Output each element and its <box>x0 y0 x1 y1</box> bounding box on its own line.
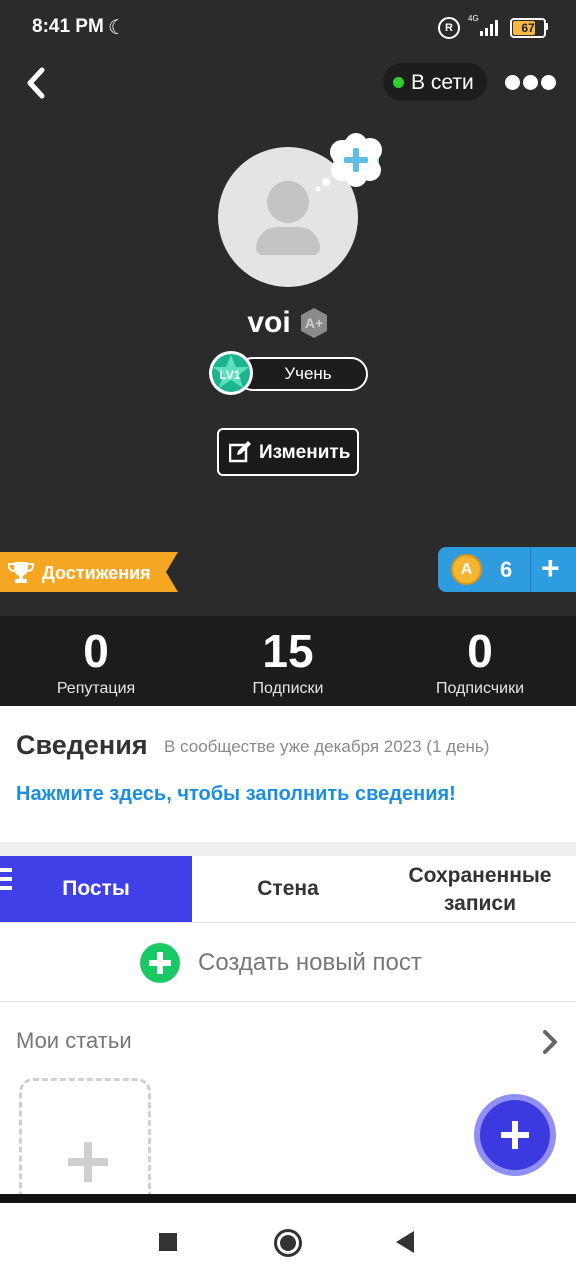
stat-label: Подписки <box>252 680 324 697</box>
level-badge-icon: LV1 <box>209 351 253 395</box>
stat-label: Репутация <box>56 680 136 697</box>
edit-profile-label: Изменить <box>259 442 351 463</box>
home-icon[interactable] <box>274 1229 302 1257</box>
stat-followers[interactable]: 0 Подписчики <box>384 616 576 706</box>
system-nav-bar <box>0 1203 576 1280</box>
level-title: Учень <box>284 364 332 383</box>
coin-count: 6 <box>500 557 513 582</box>
floating-add-button[interactable] <box>474 1094 556 1176</box>
moon-icon: ☾ <box>108 17 126 39</box>
online-label: В сети <box>411 71 474 94</box>
chevron-right-icon[interactable] <box>540 1028 560 1056</box>
svg-text:A+: A+ <box>305 315 323 331</box>
stat-following[interactable]: 15 Подписки <box>192 616 384 706</box>
battery-icon: 67 <box>510 18 546 38</box>
level-title-pill: Учень <box>236 357 368 391</box>
registered-icon: R <box>438 17 460 39</box>
stat-value: 0 <box>83 625 109 677</box>
create-post-label: Создать новый пост <box>198 949 422 976</box>
status-bar: 8:41 PM ☾ R 4G 67 <box>0 0 576 56</box>
coin-icon: A <box>451 554 482 585</box>
level-row[interactable]: Учень LV1 <box>208 350 368 396</box>
back-icon[interactable] <box>22 66 52 100</box>
info-heading: Сведения <box>16 730 148 760</box>
achievements-button[interactable]: Достижения <box>0 552 178 592</box>
network-type: 4G <box>468 14 479 23</box>
tab-saved-label: Сохраненные записи <box>408 864 552 915</box>
add-article-card[interactable] <box>19 1078 151 1208</box>
signal-icon <box>480 20 498 36</box>
create-post-button[interactable]: Создать новый пост <box>0 923 576 1001</box>
achievements-label: Достижения <box>42 563 151 583</box>
coins-widget[interactable]: A 6 + <box>438 547 576 592</box>
tab-wall[interactable]: Стена <box>192 856 384 922</box>
bottom-edge <box>0 1194 576 1203</box>
add-status-bubble-icon[interactable] <box>312 128 392 198</box>
section-divider <box>0 842 576 856</box>
add-coins-icon[interactable]: + <box>541 550 560 587</box>
member-since: В сообществе уже декабря 2023 (1 день) <box>164 737 490 756</box>
recents-icon[interactable] <box>159 1233 177 1251</box>
tab-posts[interactable]: Посты <box>0 856 192 922</box>
fill-info-link[interactable]: Нажмите здесь, чтобы заполнить сведения! <box>16 783 456 806</box>
online-status: В сети <box>383 63 487 101</box>
trophy-icon <box>8 562 34 583</box>
menu-icon[interactable] <box>0 868 12 890</box>
amino-plus-badge-icon: A+ <box>300 308 327 338</box>
tab-posts-label: Посты <box>62 877 130 900</box>
level-badge-text: LV1 <box>219 368 240 382</box>
more-options-icon[interactable] <box>505 75 557 91</box>
status-time: 8:41 PM <box>32 16 104 37</box>
stat-label: Подписчики <box>435 680 524 697</box>
add-post-icon <box>140 943 180 983</box>
info-card: Сведения В сообществе уже декабря 2023 (… <box>0 706 576 842</box>
stat-reputation[interactable]: 0 Репутация <box>0 616 192 706</box>
stat-value: 15 <box>262 625 314 677</box>
online-dot <box>393 77 404 88</box>
stat-value: 0 <box>467 625 493 677</box>
back-nav-icon[interactable] <box>396 1231 414 1253</box>
profile-tabs: Посты Стена Сохраненные записи <box>0 856 576 922</box>
tab-wall-label: Стена <box>257 877 319 900</box>
stats-bar: 0 Репутация 15 Подписки 0 Подписчики <box>0 616 576 706</box>
profile-username: voi <box>247 306 291 339</box>
profile-username-row: voi A+ <box>0 306 576 340</box>
edit-profile-button[interactable]: Изменить <box>217 428 359 476</box>
tab-saved[interactable]: Сохраненные записи <box>384 856 576 922</box>
battery-level: 67 <box>521 21 535 35</box>
edit-icon <box>229 441 251 463</box>
my-articles-heading[interactable]: Мои статьи <box>16 1028 132 1054</box>
